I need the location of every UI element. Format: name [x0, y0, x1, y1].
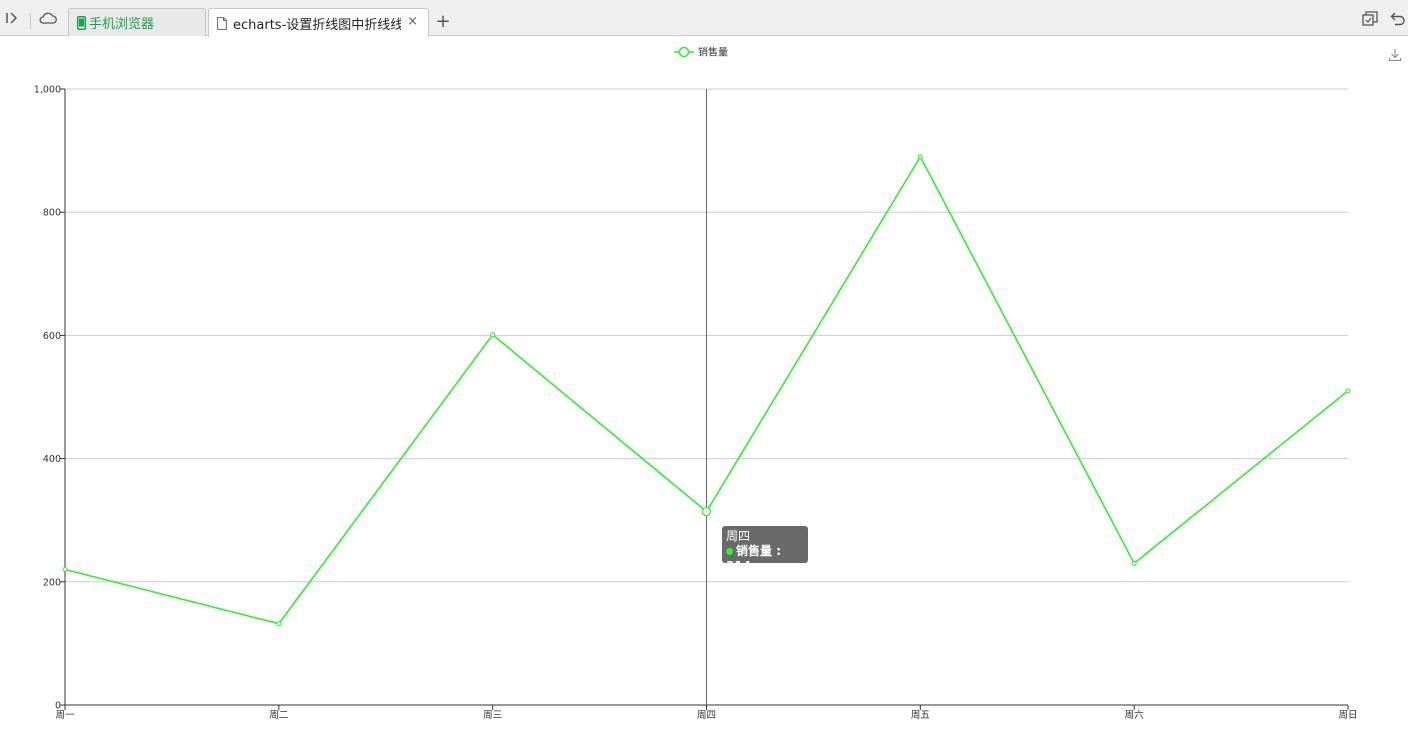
y-tick-label: 1,000 [34, 85, 61, 96]
sidebar-toggle-icon[interactable] [2, 8, 22, 28]
x-axis-ticks: 周一 周二 周三 周四 周五 周六 周日 [55, 705, 1358, 721]
x-tick-label: 周一 [55, 710, 75, 721]
y-tick-label: 800 [43, 208, 61, 219]
tooltip-category: 周四 [726, 529, 751, 543]
x-tick-label: 周六 [1125, 709, 1145, 721]
data-point[interactable] [917, 154, 923, 160]
tab-label: echarts-设置折线图中折线线条 [233, 17, 401, 33]
x-tick-label: 周二 [269, 710, 288, 721]
y-tick-label: 400 [43, 454, 61, 465]
y-tick-label: 200 [43, 577, 61, 588]
data-point[interactable] [701, 506, 712, 517]
x-tick-label: 周三 [483, 710, 502, 721]
data-point[interactable] [490, 332, 496, 338]
x-tick-label: 周日 [1338, 710, 1357, 721]
data-point[interactable] [1345, 388, 1351, 394]
tooltip-series-marker [726, 548, 733, 555]
tab-label: 手机浏览器 [89, 17, 155, 32]
tab-separator [30, 13, 31, 29]
undo-icon[interactable] [1388, 8, 1408, 28]
page-icon [217, 16, 227, 30]
data-point[interactable] [62, 566, 68, 572]
tab-echarts[interactable]: echarts-设置折线图中折线线条 × [208, 8, 429, 37]
close-tab-icon[interactable]: × [407, 14, 418, 29]
tooltip-value-row: 销售量 : 314 [726, 544, 804, 574]
x-tick-label: 周四 [697, 710, 716, 721]
x-tick-label: 周五 [911, 710, 930, 721]
restore-window-icon[interactable] [1360, 8, 1380, 28]
tooltip-series-name: 销售量 [736, 544, 773, 558]
y-axis-ticks: 02004006008001,000 [34, 85, 65, 712]
tooltip-separator: : [772, 544, 781, 558]
legend-circle-symbol [678, 46, 690, 58]
tooltip-value: 314 [726, 559, 752, 573]
new-tab-button[interactable]: + [431, 8, 455, 35]
legend-label: 销售量 [698, 46, 728, 59]
download-icon[interactable] [1388, 49, 1402, 62]
legend[interactable]: 销售量 [674, 46, 728, 59]
tooltip: 周四 销售量 : 314 [722, 526, 808, 573]
phone-icon [77, 15, 86, 30]
browser-tab-bar: 手机浏览器 echarts-设置折线图中折线线条 × + [0, 0, 1408, 37]
line-chart: 02004006008001,000 周一 周二 周三 周四 周五 周六 周日 销售量 [34, 46, 1402, 721]
y-tick-label: 600 [43, 331, 61, 342]
data-point[interactable] [276, 621, 282, 627]
data-point[interactable] [1131, 560, 1137, 566]
cloud-icon[interactable] [38, 8, 58, 28]
tab-mobile-browser[interactable]: 手机浏览器 [68, 8, 206, 36]
